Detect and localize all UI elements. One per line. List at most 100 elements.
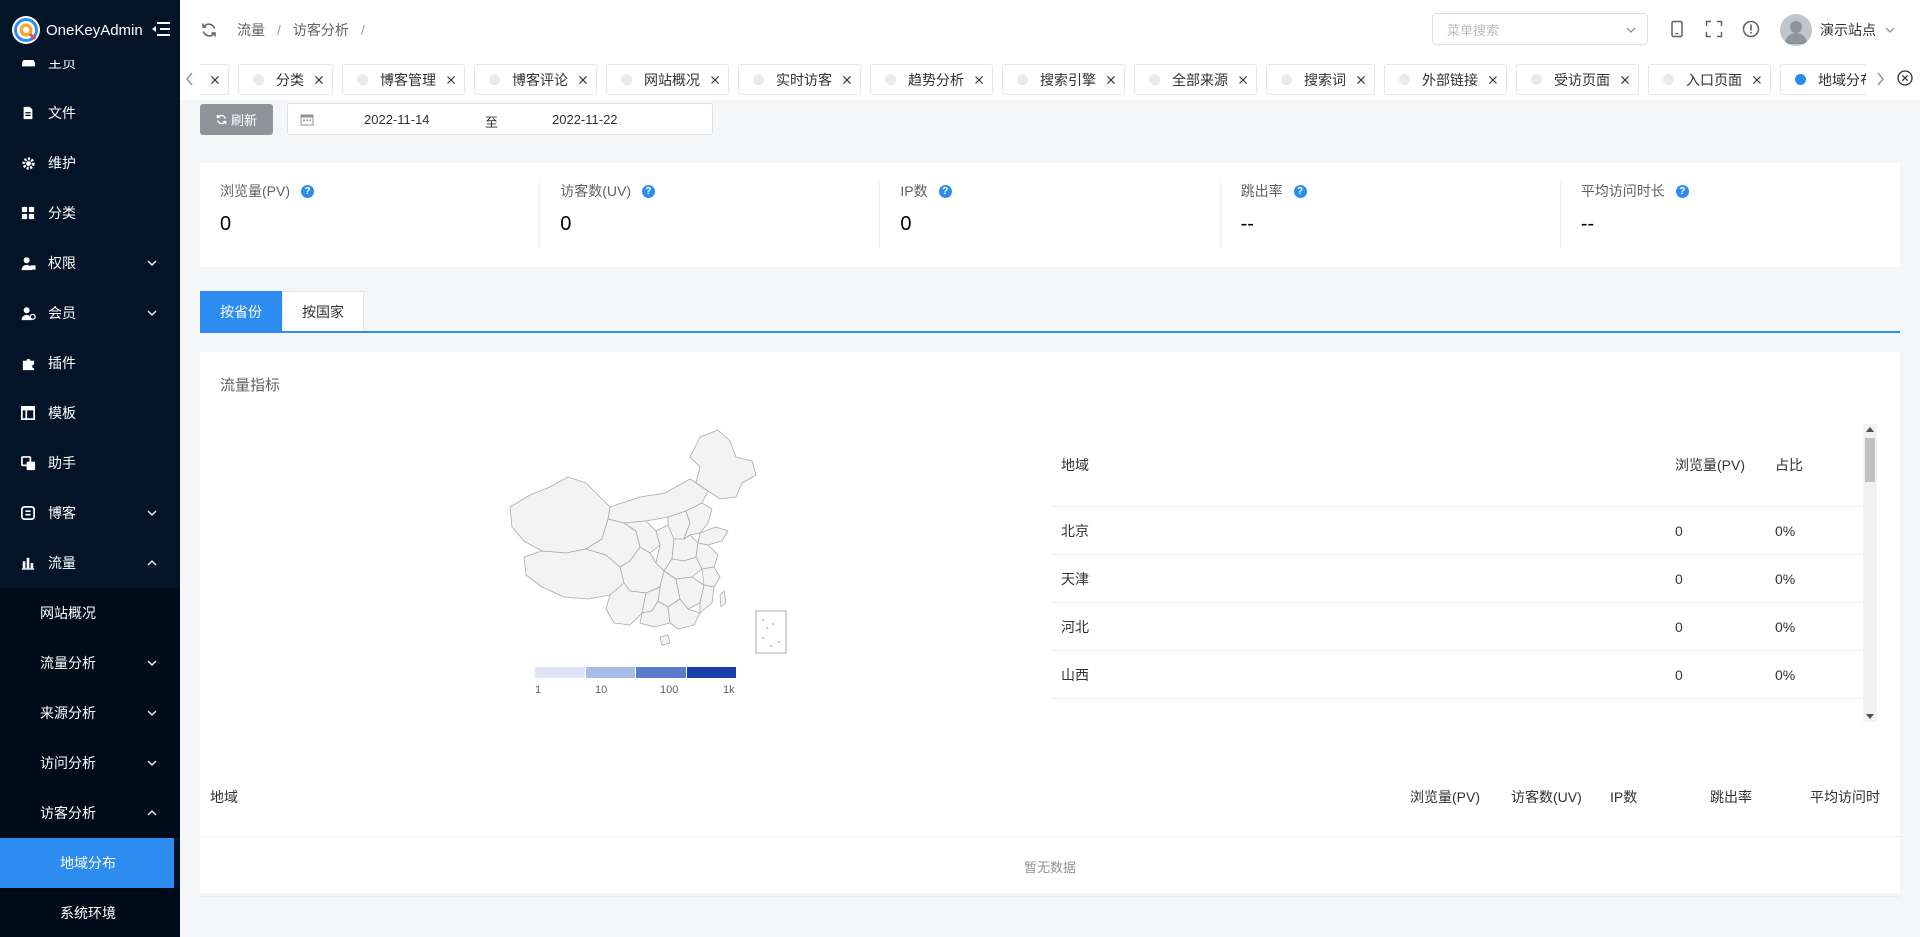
column-header[interactable]: 跳出率 — [1710, 787, 1752, 807]
sidebar-subitem-visitor-analysis[interactable]: 访客分析 — [0, 788, 180, 838]
sidebar-subitem-label: 地域分布 — [60, 855, 116, 871]
page-tab[interactable]: 全部来源 — [1134, 64, 1257, 95]
date-range-picker[interactable]: 2022-11-14 至 2022-11-22 — [287, 103, 713, 135]
chevron-down-icon — [1885, 27, 1895, 33]
table-row[interactable]: 河北 0 0% — [1051, 603, 1863, 651]
column-header[interactable]: 访客数(UV) — [1511, 787, 1582, 807]
page-tab[interactable]: 入口页面 — [1648, 64, 1771, 95]
page-tab[interactable]: 实时访客 — [738, 64, 861, 95]
sidebar-item-maintain[interactable]: 维护 — [0, 138, 180, 188]
tab-label: 全部来源 — [1172, 71, 1228, 88]
close-icon[interactable] — [974, 75, 984, 85]
table-cell: 山西 — [1061, 666, 1089, 683]
sidebar-item-traffic[interactable]: 流量 — [0, 538, 180, 588]
column-header[interactable]: 浏览量(PV) — [1410, 787, 1480, 807]
page-tab[interactable]: 博客管理 — [342, 64, 465, 95]
page-tab[interactable]: 搜索引擎 — [1002, 64, 1125, 95]
help-icon[interactable]: ? — [301, 184, 314, 198]
date-start-input[interactable]: 2022-11-14 — [364, 112, 430, 127]
sidebar-subitem-overview[interactable]: 网站概况 — [0, 588, 180, 638]
breadcrumb-item[interactable]: 流量 — [237, 20, 265, 40]
column-header[interactable]: IP数 — [1610, 787, 1637, 807]
menu-toggle-icon[interactable] — [152, 21, 170, 40]
legend-swatch — [636, 667, 687, 678]
region-mini-table: 地域 浏览量(PV) 占比 北京 0 0% 天津 0 0% 河北 0 0% 山西 0 0% — [1051, 424, 1863, 704]
sidebar-item-category[interactable]: 分类 — [0, 188, 180, 238]
user-menu[interactable]: 演示站点 — [1780, 14, 1896, 46]
column-header[interactable]: 平均访问时 — [1810, 787, 1880, 807]
stat-label: 访客数(UV) — [560, 183, 631, 199]
close-icon[interactable] — [1488, 75, 1498, 85]
page-tab[interactable]: 受访页面 — [1516, 64, 1639, 95]
sidebar-item-helper[interactable]: 助手 — [0, 438, 180, 488]
empty-state: 暂无数据 — [200, 837, 1900, 897]
fullscreen-icon[interactable] — [1705, 20, 1723, 38]
users-icon — [20, 305, 36, 321]
scroll-thumb[interactable] — [1865, 438, 1875, 482]
sidebar-item-plugin[interactable]: 插件 — [0, 338, 180, 388]
refresh-icon[interactable] — [201, 22, 217, 38]
close-icon[interactable] — [1106, 75, 1116, 85]
table-row[interactable]: 天津 0 0% — [1051, 555, 1863, 603]
tab-label: 网站概况 — [644, 71, 700, 88]
close-icon[interactable] — [1356, 75, 1366, 85]
tab-label: 趋势分析 — [908, 71, 964, 88]
date-end-input[interactable]: 2022-11-22 — [552, 112, 618, 127]
close-icon[interactable] — [1752, 75, 1762, 85]
close-icon[interactable] — [210, 75, 220, 85]
panel-title: 流量指标 — [220, 377, 281, 394]
column-header[interactable]: 地域 — [210, 787, 238, 807]
sidebar-subitem-traffic-analysis[interactable]: 流量分析 — [0, 638, 180, 688]
help-icon[interactable]: ? — [938, 184, 952, 198]
layout-icon — [20, 405, 36, 421]
close-icon[interactable] — [842, 75, 852, 85]
help-icon[interactable]: ? — [641, 184, 655, 198]
page-tab[interactable]: 网站概况 — [606, 64, 729, 95]
sidebar-item-label: 助手 — [48, 455, 76, 471]
close-icon[interactable] — [578, 75, 588, 85]
close-circle-icon[interactable] — [1896, 69, 1914, 87]
refresh-button[interactable]: 刷新 — [200, 104, 273, 135]
tab-status-dot — [1531, 74, 1542, 85]
close-icon[interactable] — [1620, 75, 1630, 85]
close-icon[interactable] — [1238, 75, 1248, 85]
scroll-down-arrow[interactable] — [1866, 714, 1874, 719]
mobile-icon[interactable] — [1668, 20, 1686, 38]
scroll-up-arrow[interactable] — [1866, 427, 1874, 432]
page-tab[interactable]: 外部链接 — [1384, 64, 1507, 95]
help-icon[interactable]: ? — [1293, 184, 1307, 198]
breadcrumb-item[interactable]: 访客分析 — [293, 20, 349, 40]
menu-search-select[interactable]: 菜单搜索 — [1432, 13, 1648, 45]
tab-by-country[interactable]: 按国家 — [282, 291, 364, 331]
help-icon[interactable]: ? — [1675, 184, 1689, 198]
page-tab[interactable]: 博客评论 — [474, 64, 597, 95]
close-icon[interactable] — [710, 75, 720, 85]
page-tab[interactable]: 分类 — [238, 64, 333, 95]
china-map[interactable] — [490, 427, 790, 670]
table-row[interactable]: 山西 0 0% — [1051, 651, 1863, 699]
sidebar-item-permission[interactable]: 权限 — [0, 238, 180, 288]
page-tab[interactable]: 趋势分析 — [870, 64, 993, 95]
sidebar-subitem-source-analysis[interactable]: 来源分析 — [0, 688, 180, 738]
sidebar-subitem-region[interactable]: 地域分布 — [0, 838, 174, 888]
sidebar-item-blog[interactable]: 博客 — [0, 488, 180, 538]
mini-table-scrollbar[interactable] — [1863, 424, 1877, 722]
sidebar-subitem-system-env[interactable]: 系统环境 — [0, 888, 180, 937]
sidebar-item-file[interactable]: 文件 — [0, 88, 180, 138]
close-icon[interactable] — [314, 75, 324, 85]
refresh-button-label: 刷新 — [230, 113, 257, 128]
page-tab[interactable]: 主页 — [200, 64, 229, 95]
sidebar-item-member[interactable]: 会员 — [0, 288, 180, 338]
sidebar-subitem-visit-analysis[interactable]: 访问分析 — [0, 738, 180, 788]
page-tab[interactable]: 搜索词 — [1266, 64, 1375, 95]
info-icon[interactable] — [1742, 20, 1760, 38]
chevron-down-icon — [147, 710, 157, 716]
page-tab[interactable]: 地域分布 — [1780, 64, 1866, 95]
chevron-left-icon[interactable] — [184, 70, 196, 88]
table-row[interactable]: 北京 0 0% — [1051, 507, 1863, 555]
chevron-right-icon[interactable] — [1874, 70, 1886, 88]
chevron-down-icon — [147, 660, 157, 666]
sidebar-item-template[interactable]: 模板 — [0, 388, 180, 438]
tab-by-province[interactable]: 按省份 — [200, 291, 282, 331]
close-icon[interactable] — [446, 75, 456, 85]
